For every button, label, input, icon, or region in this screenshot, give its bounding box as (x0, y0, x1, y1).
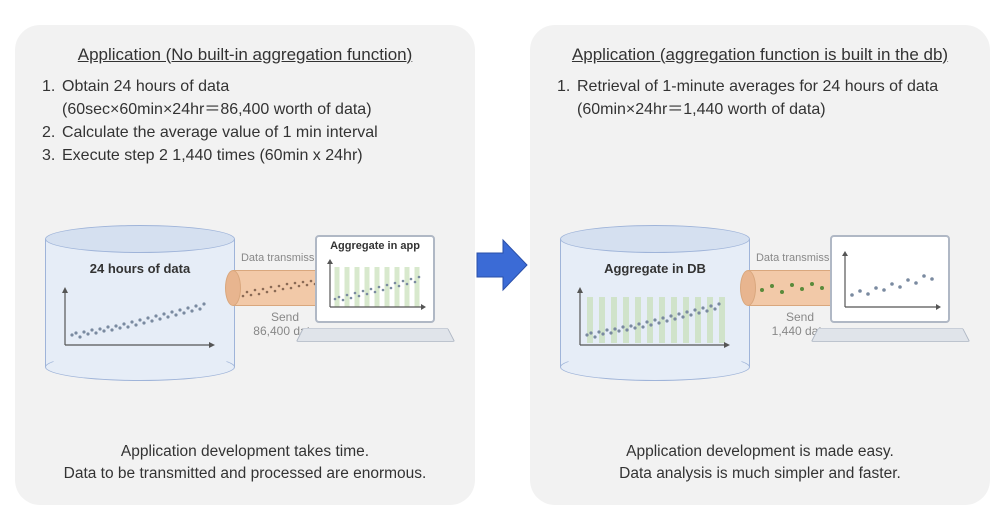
database-icon: 24 hours of data (45, 225, 235, 375)
conclusion-right: Application development is made easy. Da… (555, 441, 965, 489)
laptop-icon (818, 235, 963, 350)
laptop-title-left: Aggregate in app (317, 240, 433, 252)
diagram-right: Aggregate in DB Data transmission (555, 195, 965, 385)
steps-left: 1.Obtain 24 hours of data (60sec×60min×2… (40, 75, 450, 185)
db-chart-right (575, 285, 735, 355)
database-icon: Aggregate in DB (560, 225, 750, 375)
panel-with-aggregation: Application (aggregation function is bui… (530, 25, 990, 505)
panel-title-right: Application (aggregation function is bui… (555, 45, 965, 65)
panel-title-left: Application (No built-in aggregation fun… (40, 45, 450, 65)
laptop-icon: Aggregate in app (303, 235, 448, 350)
laptop-chart-left (325, 257, 429, 315)
steps-right: 1.Retrieval of 1-minute averages for 24 … (555, 75, 965, 185)
db-label-left: 24 hours of data (45, 261, 235, 276)
laptop-chart-right (840, 249, 944, 317)
arrow-right-icon (475, 235, 530, 295)
conclusion-left: Application development takes time. Data… (40, 441, 450, 489)
panel-no-aggregation: Application (No built-in aggregation fun… (15, 25, 475, 505)
db-label-right: Aggregate in DB (560, 261, 750, 276)
diagram-left: 24 hours of data Data transmission (40, 195, 450, 385)
db-scatter-chart (60, 285, 220, 355)
